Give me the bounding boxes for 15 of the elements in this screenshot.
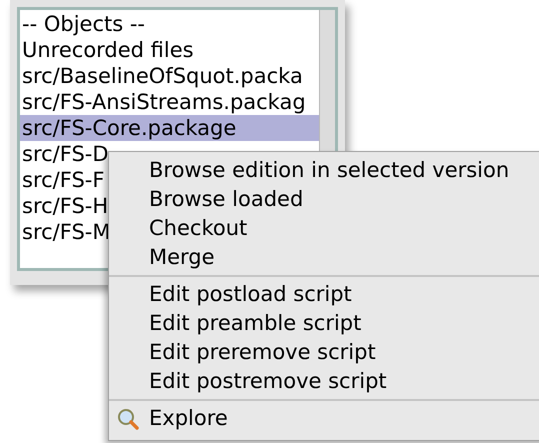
menu-item[interactable]: Edit postload script xyxy=(149,278,352,310)
list-item[interactable]: src/BaselineOfSquot.packa xyxy=(20,63,319,89)
menu-item[interactable]: Edit preamble script xyxy=(149,308,362,340)
list-item[interactable]: src/FS-AnsiStreams.packag xyxy=(20,89,319,115)
menu-item[interactable]: Checkout xyxy=(149,212,248,244)
menu-item[interactable]: Browse loaded xyxy=(149,184,304,216)
list-item[interactable]: -- Objects -- xyxy=(20,11,319,37)
menu-item[interactable]: Edit postremove script xyxy=(149,366,387,398)
menu-item[interactable]: Explore xyxy=(149,402,228,434)
list-item[interactable]: src/FS-Core.package xyxy=(20,115,319,141)
menu-item[interactable]: Merge xyxy=(149,242,215,274)
search-icon xyxy=(117,408,139,430)
menu-item[interactable]: Browse edition in selected version xyxy=(149,154,510,186)
list-item[interactable]: Unrecorded files xyxy=(20,37,319,63)
menu-item[interactable]: Edit preremove script xyxy=(149,336,376,368)
